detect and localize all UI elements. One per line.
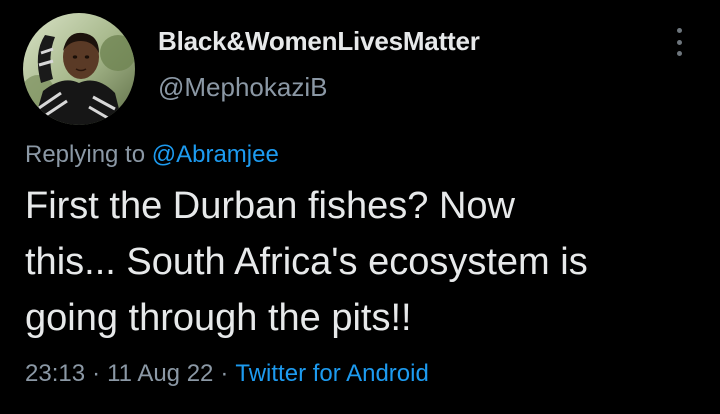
more-dot xyxy=(676,39,682,45)
reply-mention-link[interactable]: @Abramjee xyxy=(152,141,279,168)
replying-to: Replying to @Abramjee xyxy=(25,141,279,169)
tweet-text-line: First the Durban fishes? Now xyxy=(25,185,515,227)
tweet-meta: 23:13 · 11 Aug 22 · Twitter for Android xyxy=(25,359,429,389)
tweet-text-line: going through the pits!! xyxy=(25,297,412,339)
tweet-date[interactable]: 11 Aug 22 xyxy=(107,360,213,387)
meta-separator: · xyxy=(92,360,101,387)
tweet-detail: Black&WomenLivesMatter @MephokaziB Reply… xyxy=(0,0,720,414)
tweet-text: First the Durban fishes? Now this... Sou… xyxy=(25,178,705,346)
tweet-time[interactable]: 23:13 xyxy=(25,360,85,387)
user-handle[interactable]: @MephokaziB xyxy=(158,72,480,102)
tweet-source-link[interactable]: Twitter for Android xyxy=(235,360,428,387)
tweet-text-line: this... South Africa's ecosystem is xyxy=(25,241,588,283)
display-name[interactable]: Black&WomenLivesMatter xyxy=(158,26,480,56)
more-dot xyxy=(676,51,682,56)
more-dot xyxy=(676,28,682,33)
author-block[interactable]: Black&WomenLivesMatter @MephokaziB xyxy=(158,26,480,102)
meta-separator: · xyxy=(220,360,229,387)
avatar[interactable] xyxy=(23,13,135,125)
replying-to-label: Replying to xyxy=(25,141,152,168)
more-options-icon[interactable] xyxy=(664,24,694,60)
avatar-image xyxy=(23,13,135,125)
